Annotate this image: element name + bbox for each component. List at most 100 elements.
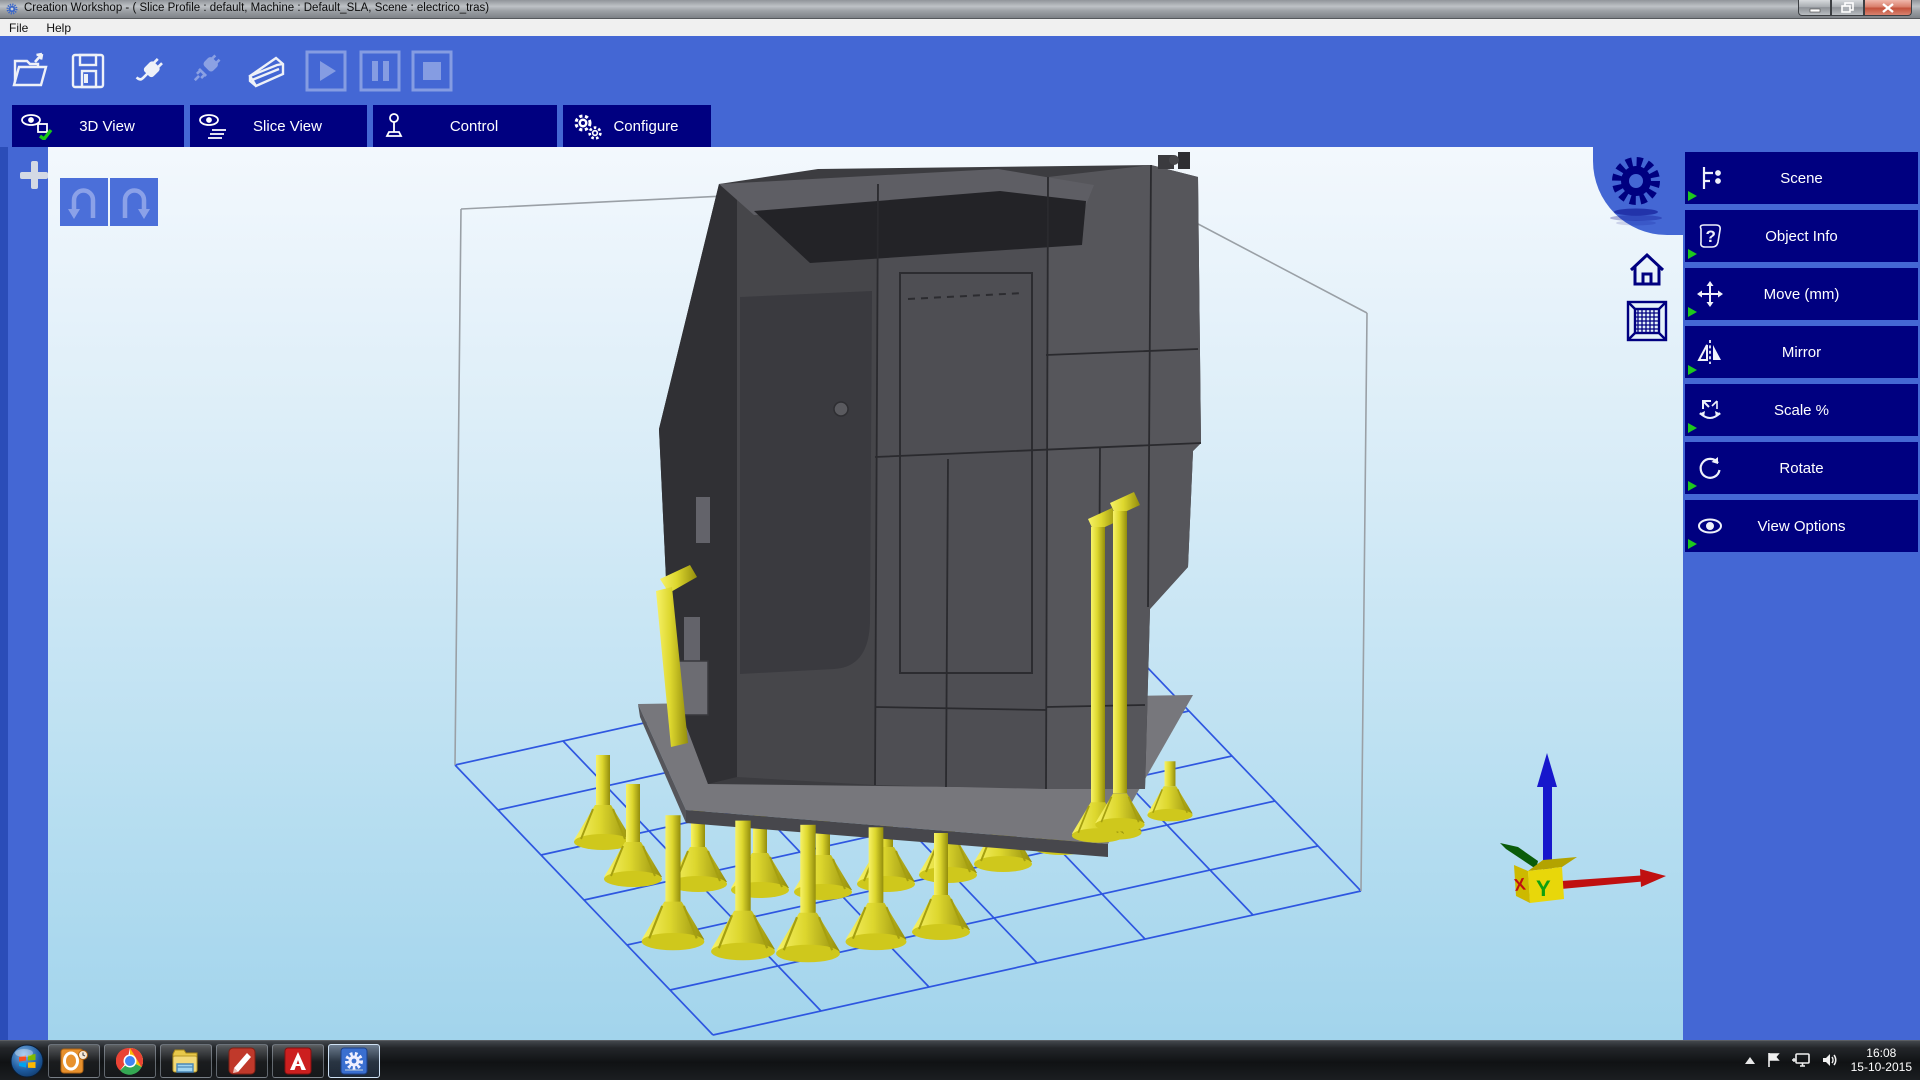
sidebar-button-label: Scale % <box>1774 402 1829 419</box>
tool-sidebar: Scene ? Object Info Move (mm) Mirror <box>1683 147 1920 1040</box>
sidebar-button-label: Mirror <box>1782 344 1821 361</box>
windows-start-icon <box>10 1044 44 1078</box>
sidebar-button-view-options[interactable]: View Options <box>1685 500 1918 552</box>
title-bar: Creation Workshop - ( Slice Profile : de… <box>0 0 1920 19</box>
menu-help[interactable]: Help <box>37 21 80 35</box>
connect-printer-button[interactable] <box>126 47 174 95</box>
tray-date: 15-10-2015 <box>1851 1060 1912 1074</box>
undo-button[interactable] <box>60 178 108 226</box>
tab-configure[interactable]: Configure <box>563 105 711 147</box>
expand-marker-icon <box>1688 539 1697 549</box>
sidebar-button-scale[interactable]: Scale % <box>1685 384 1918 436</box>
sidebar-button-rotate[interactable]: Rotate <box>1685 442 1918 494</box>
undo-icon <box>64 182 104 222</box>
eye-3d-icon <box>20 112 54 140</box>
gear-logo-icon <box>1605 151 1667 227</box>
stop-button[interactable] <box>408 47 456 95</box>
tab-control[interactable]: Control <box>373 105 557 147</box>
open-folder-icon <box>8 49 52 93</box>
gears-icon <box>571 112 605 142</box>
taskbar-app-sketchup[interactable] <box>216 1044 268 1078</box>
taskbar-app-adobe-reader[interactable] <box>272 1044 324 1078</box>
redo-button[interactable] <box>110 178 158 226</box>
sketchup-icon <box>228 1047 256 1075</box>
close-icon <box>1882 3 1894 13</box>
add-object-icon[interactable] <box>20 161 48 189</box>
creation-workshop-icon <box>340 1047 368 1075</box>
viewport[interactable]: X Y <box>48 147 1683 1040</box>
sidebar-button-scene[interactable]: Scene <box>1685 152 1918 204</box>
taskbar-app-outlook[interactable] <box>48 1044 100 1078</box>
tab-bar: 3D View Slice View Control Configure <box>0 105 1920 147</box>
scale-icon <box>1697 397 1723 423</box>
floppy-disk-icon <box>66 49 110 93</box>
tab-slice-view[interactable]: Slice View <box>190 105 367 147</box>
sidebar-button-label: Move (mm) <box>1764 286 1840 303</box>
slice-button[interactable] <box>242 47 290 95</box>
plug-connect-icon <box>128 49 172 93</box>
eye-layers-icon <box>198 112 232 140</box>
sidebar-button-label: Object Info <box>1765 228 1838 245</box>
sidebar-button-object-info[interactable]: ? Object Info <box>1685 210 1918 262</box>
object-info-icon: ? <box>1697 223 1723 249</box>
taskbar-app-file-explorer[interactable] <box>160 1044 212 1078</box>
home-view-button[interactable] <box>1625 247 1669 291</box>
play-icon <box>304 49 348 93</box>
pause-button[interactable] <box>356 47 404 95</box>
adobe-reader-icon <box>284 1047 312 1075</box>
tray-time: 16:08 <box>1851 1046 1912 1060</box>
toolbar <box>0 36 1920 105</box>
svg-text:?: ? <box>1706 227 1716 246</box>
expand-marker-icon <box>1688 365 1697 375</box>
show-hidden-icons[interactable] <box>1744 1056 1756 1065</box>
scene-tree-icon <box>1697 165 1723 191</box>
brand-gear-flap <box>1593 147 1683 235</box>
window-title: Creation Workshop - ( Slice Profile : de… <box>24 2 489 14</box>
cake-slice-icon <box>243 49 289 93</box>
sidebar-button-label: Scene <box>1780 170 1823 187</box>
3d-scene: X Y <box>48 147 1683 1040</box>
sidebar-button-move[interactable]: Move (mm) <box>1685 268 1918 320</box>
mirror-icon <box>1697 339 1723 365</box>
clock[interactable]: 16:08 15-10-2015 <box>1851 1046 1912 1074</box>
eye-icon <box>1697 513 1723 539</box>
restore-icon <box>1841 2 1854 13</box>
taskbar <box>0 1040 1920 1080</box>
open-file-button[interactable] <box>6 47 54 95</box>
minimize-icon <box>1809 3 1821 13</box>
save-button[interactable] <box>64 47 112 95</box>
action-center-flag-icon[interactable] <box>1766 1052 1781 1068</box>
taskbar-app-chrome[interactable] <box>104 1044 156 1078</box>
stop-icon <box>410 49 454 93</box>
pause-icon <box>358 49 402 93</box>
tab-3d-view[interactable]: 3D View <box>12 105 184 147</box>
volume-icon[interactable] <box>1821 1052 1839 1068</box>
start-button[interactable] <box>8 1043 46 1079</box>
app-gear-icon <box>5 2 19 16</box>
network-icon[interactable] <box>1791 1052 1811 1068</box>
taskbar-app-creation-workshop[interactable] <box>328 1044 380 1078</box>
redo-icon <box>114 182 154 222</box>
axis-y-label: Y <box>1536 876 1551 901</box>
move-arrows-icon <box>1697 281 1723 307</box>
folder-icon <box>171 1048 201 1074</box>
axis-indicator: X Y <box>1500 753 1666 903</box>
menu-file[interactable]: File <box>0 21 37 35</box>
play-button[interactable] <box>302 47 350 95</box>
expand-marker-icon <box>1688 249 1697 259</box>
restore-button[interactable] <box>1831 0 1864 16</box>
close-button[interactable] <box>1864 0 1912 16</box>
menu-bar: File Help <box>0 19 1920 36</box>
minimize-button[interactable] <box>1798 0 1831 16</box>
disconnect-printer-button[interactable] <box>180 47 228 95</box>
system-tray: 16:08 15-10-2015 <box>1744 1040 1916 1080</box>
expand-marker-icon <box>1688 423 1697 433</box>
platform-view-button[interactable] <box>1625 299 1669 343</box>
home-icon <box>1627 250 1667 288</box>
plug-disconnect-icon <box>182 49 226 93</box>
expand-marker-icon <box>1688 481 1697 491</box>
rotate-icon <box>1697 455 1723 481</box>
platform-grid-icon <box>1625 299 1669 343</box>
sidebar-button-mirror[interactable]: Mirror <box>1685 326 1918 378</box>
chrome-icon <box>116 1047 144 1075</box>
